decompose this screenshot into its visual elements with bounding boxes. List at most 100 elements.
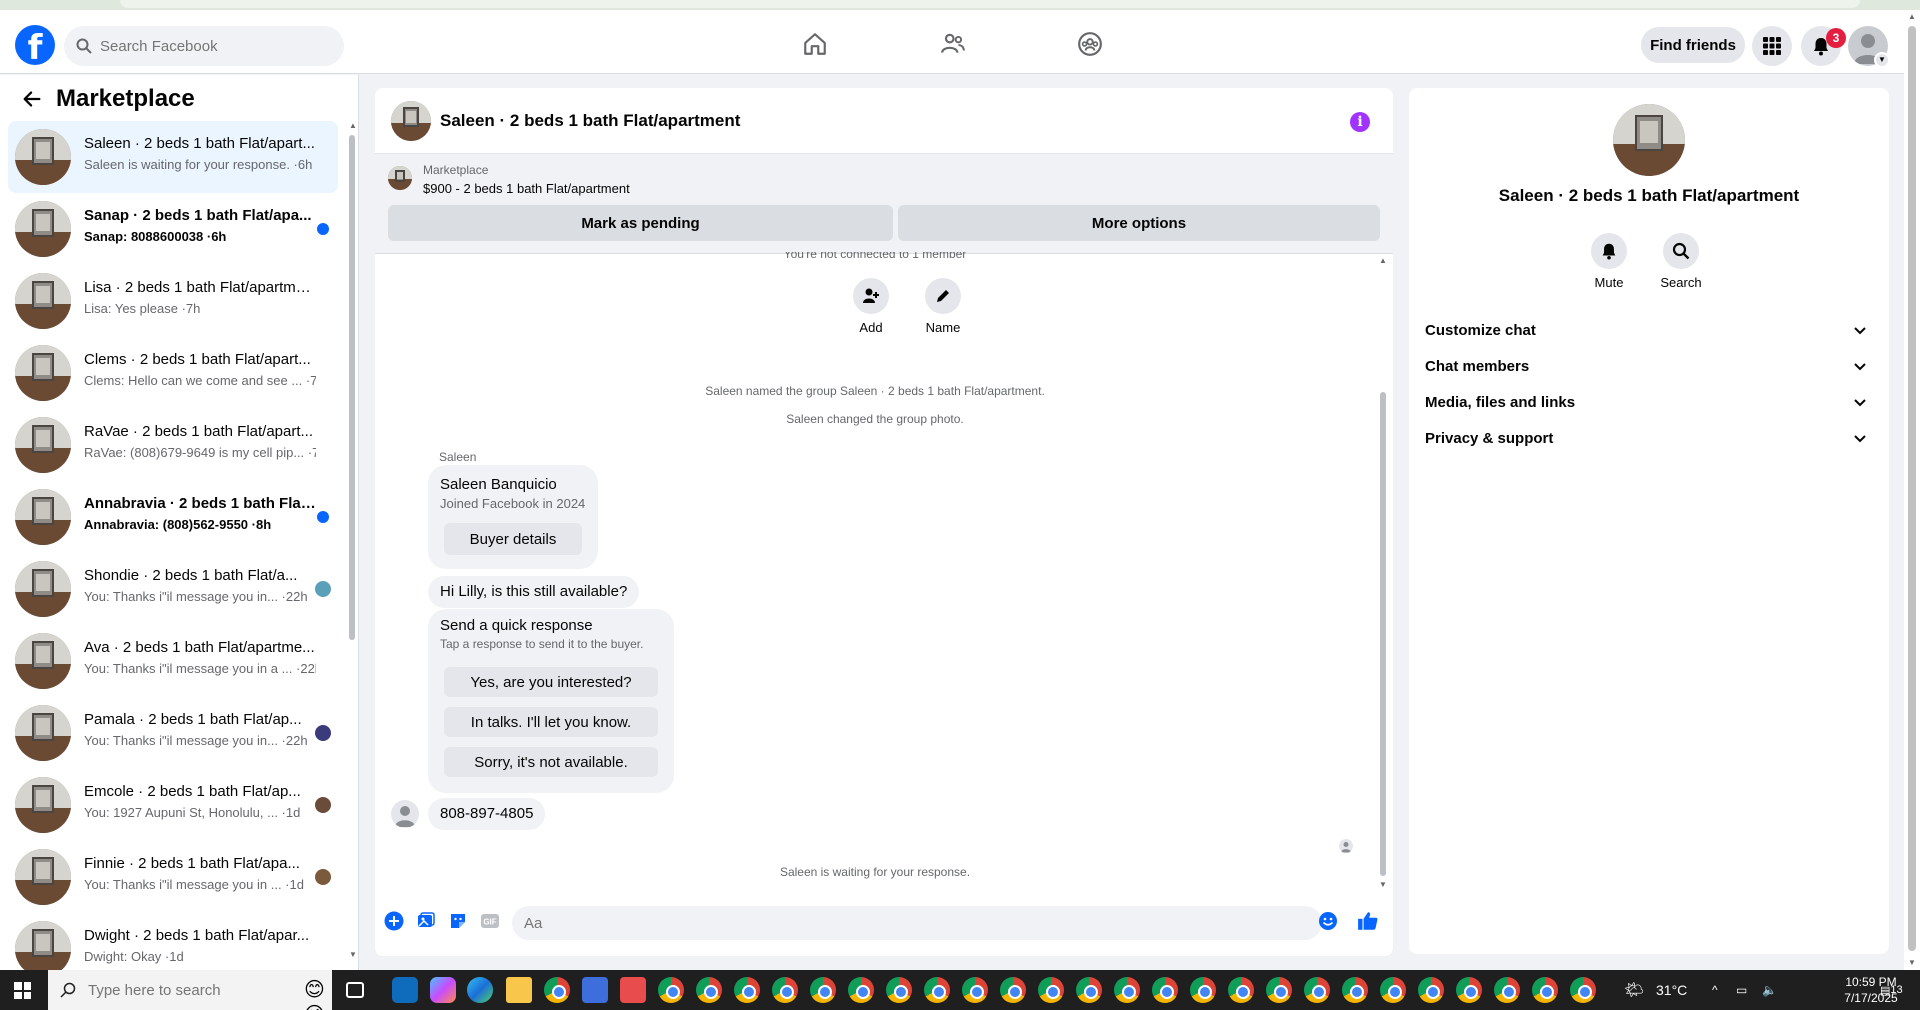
chrome-icon[interactable] [544,977,570,1003]
mark-as-pending-button[interactable]: Mark as pending [388,205,893,241]
snipping-tool-icon[interactable] [620,977,646,1003]
copilot-icon[interactable] [430,977,456,1003]
plus-circle-icon[interactable] [383,910,405,932]
chrome-icon[interactable] [772,977,798,1003]
scroll-down-icon[interactable]: ▼ [1379,880,1387,889]
task-view-icon[interactable] [346,982,364,998]
chrome-icon[interactable] [1190,977,1216,1003]
conversation-item[interactable]: RaVae · 2 beds 1 bath Flat/apart... RaVa… [8,409,338,481]
add-member-action[interactable]: Add [841,278,901,335]
chrome-icon[interactable] [1038,977,1064,1003]
chrome-icon[interactable] [1228,977,1254,1003]
chrome-icon[interactable] [1304,977,1330,1003]
sticker-icon[interactable] [447,910,469,932]
name-group-action[interactable]: Name [913,278,973,335]
chevron-up-icon[interactable]: ^ [1712,970,1718,1010]
chat-avatar[interactable] [391,101,431,141]
conversation-item[interactable]: Saleen · 2 beds 1 bath Flat/apart... Sal… [8,121,338,193]
quick-response-yes-button[interactable]: Yes, are you interested? [444,667,658,697]
volume-icon[interactable]: 🔈 [1762,970,1777,1010]
groups-nav-icon[interactable] [1074,28,1106,60]
conversation-item[interactable]: Finnie · 2 beds 1 bath Flat/apa... You: … [8,841,338,913]
section-media-files-links[interactable]: Media, files and links [1425,384,1873,420]
chrome-icon[interactable] [658,977,684,1003]
chrome-icon[interactable] [886,977,912,1003]
conversation-item[interactable]: Pamala · 2 beds 1 bath Flat/ap... You: T… [8,697,338,769]
conversation-item[interactable]: Sanap · 2 beds 1 bath Flat/apa... Sanap:… [8,193,338,265]
message-input[interactable] [512,906,1322,940]
conversation-item[interactable]: Lisa · 2 beds 1 bath Flat/apartme... Lis… [8,265,338,337]
friends-nav-icon[interactable] [937,28,969,60]
home-nav-icon[interactable] [799,28,831,60]
chrome-icon[interactable] [1456,977,1482,1003]
thumbs-up-icon[interactable] [1357,910,1379,932]
network-icon[interactable]: ▭ [1736,970,1747,1010]
more-options-button[interactable]: More options [898,205,1380,241]
scroll-down-icon[interactable]: ▼ [1908,958,1916,967]
info-icon[interactable]: i [1350,112,1370,132]
search-facebook-box[interactable] [64,26,344,66]
chrome-icon[interactable] [734,977,760,1003]
chrome-icon[interactable] [1570,977,1596,1003]
chat-scrollbar[interactable]: ▲ ▼ [1378,254,1388,890]
weather-icon[interactable]: 🌤 [1624,970,1644,1010]
gif-icon[interactable]: GIF [479,910,501,932]
scroll-down-icon[interactable]: ▼ [349,950,357,959]
quick-response-talks-button[interactable]: In talks. I'll let you know. [444,707,658,737]
conversation-item[interactable]: Clems · 2 beds 1 bath Flat/apart... Clem… [8,337,338,409]
chrome-icon[interactable] [696,977,722,1003]
mute-action[interactable]: Mute [1579,233,1639,290]
chrome-icon[interactable] [1114,977,1140,1003]
scrollbar-thumb[interactable] [1908,26,1916,951]
weather-temp[interactable]: 31°C [1656,970,1687,1010]
browser-tab[interactable] [120,0,1860,8]
taskbar-search-box[interactable]: 😊😜😍 [48,970,332,1010]
chrome-icon[interactable] [1266,977,1292,1003]
section-chat-members[interactable]: Chat members [1425,348,1873,384]
scrollbar-thumb[interactable] [1380,392,1386,876]
listing-price[interactable]: $900 - 2 beds 1 bath Flat/apartment [423,181,630,196]
search-action[interactable]: Search [1651,233,1711,290]
section-privacy-support[interactable]: Privacy & support [1425,420,1873,456]
scroll-up-icon[interactable]: ▲ [349,121,357,130]
conversation-item[interactable]: Ava · 2 beds 1 bath Flat/apartme... You:… [8,625,338,697]
sidebar-scrollbar[interactable]: ▲ ▼ [349,115,357,960]
chrome-icon[interactable] [1076,977,1102,1003]
notification-center-icon[interactable]: ▤ 13 [1880,970,1903,1010]
conversation-item[interactable]: Shondie · 2 beds 1 bath Flat/a... You: T… [8,553,338,625]
back-arrow-icon[interactable] [18,85,46,113]
emoji-icon[interactable] [1317,910,1339,932]
conversation-item[interactable]: Annabravia · 2 beds 1 bath Flat... Annab… [8,481,338,553]
taskbar-search-input[interactable] [88,981,248,999]
chrome-icon[interactable] [1532,977,1558,1003]
menu-grid-button[interactable] [1752,26,1792,66]
outlook-icon[interactable] [392,977,418,1003]
find-friends-button[interactable]: Find friends [1641,27,1745,63]
chrome-icon[interactable] [1494,977,1520,1003]
scrollbar-thumb[interactable] [349,135,355,640]
windows-start-icon[interactable] [14,982,31,999]
edge-icon[interactable] [467,977,493,1003]
chrome-icon[interactable] [962,977,988,1003]
scroll-up-icon[interactable]: ▲ [1908,12,1916,21]
buyer-details-button[interactable]: Buyer details [444,523,582,555]
chrome-icon[interactable] [1380,977,1406,1003]
conversation-item[interactable]: Emcole · 2 beds 1 bath Flat/ap... You: 1… [8,769,338,841]
search-input[interactable] [100,37,320,55]
chrome-icon[interactable] [848,977,874,1003]
file-explorer-icon[interactable] [506,977,532,1003]
chrome-icon[interactable] [1418,977,1444,1003]
quick-response-sorry-button[interactable]: Sorry, it's not available. [444,747,658,777]
facebook-logo-icon[interactable]: f [15,25,55,65]
photo-icon[interactable] [415,910,437,932]
message-bubble[interactable]: 808-897-4805 [428,798,546,830]
section-customize-chat[interactable]: Customize chat [1425,312,1873,348]
scroll-up-icon[interactable]: ▲ [1379,256,1387,265]
chrome-icon[interactable] [1342,977,1368,1003]
chrome-icon[interactable] [1000,977,1026,1003]
chrome-icon[interactable] [810,977,836,1003]
chat-info-avatar[interactable] [1613,104,1685,176]
page-scrollbar[interactable]: ▲ ▼ [1904,10,1920,970]
message-bubble[interactable]: Hi Lilly, is this still available? [428,576,640,608]
chrome-icon[interactable] [1152,977,1178,1003]
